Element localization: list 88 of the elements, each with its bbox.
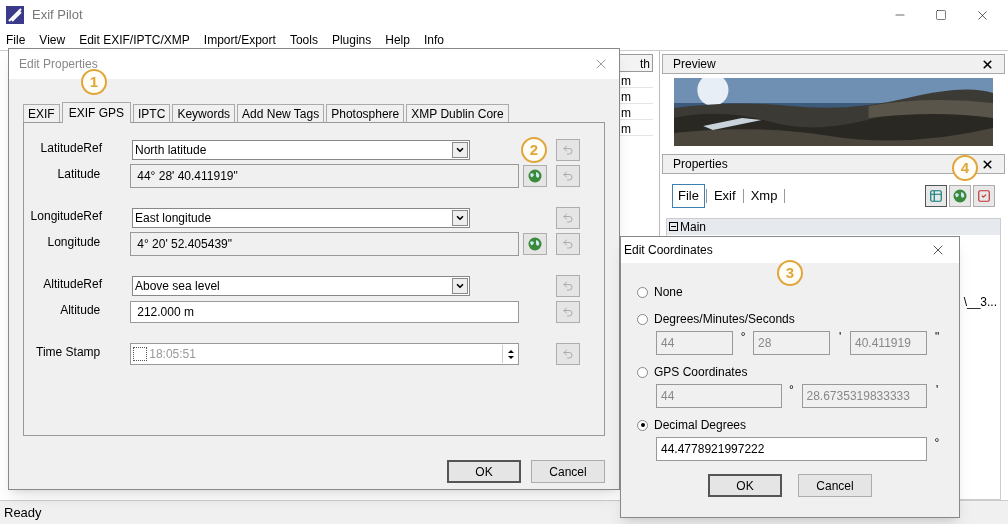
radio-button[interactable] [637, 366, 648, 378]
unit-symbol: " [934, 331, 941, 343]
radio-label: Degrees/Minutes/Seconds [654, 311, 795, 328]
undo-icon [562, 144, 574, 156]
radio-button[interactable] [637, 419, 648, 431]
annotation-badge: 1 [81, 69, 107, 95]
unit-symbol: ' [838, 331, 843, 343]
caret-icon [455, 213, 465, 223]
field-label: LongitudeRef [29, 208, 102, 225]
input-field[interactable]: 212.000 m [130, 301, 520, 323]
property-value: \__3... [963, 293, 998, 311]
dialog-button[interactable]: OK [447, 460, 521, 483]
tab[interactable]: Keywords [172, 104, 236, 122]
caret-icon [455, 145, 465, 155]
undo-icon [562, 280, 574, 292]
radio-button[interactable] [637, 313, 648, 325]
field-label: LatitudeRef [39, 140, 102, 157]
close-icon[interactable] [981, 157, 994, 171]
dialog-button[interactable]: Cancel [531, 460, 605, 483]
tab[interactable]: IPTC [133, 104, 171, 122]
unit-symbol: ' [934, 384, 940, 396]
dropdown[interactable]: East longitude [132, 208, 470, 228]
menu-item[interactable]: View [39, 31, 66, 49]
globe-icon [528, 237, 543, 251]
globe-button[interactable] [523, 233, 548, 255]
unit-symbol: ° [788, 384, 795, 396]
undo-icon [562, 170, 574, 182]
radio-button[interactable] [637, 286, 648, 298]
close-icon[interactable] [981, 57, 994, 71]
globe-icon [953, 188, 967, 203]
tab[interactable]: EXIF [23, 104, 60, 122]
field-label: Time Stamp [35, 344, 101, 361]
undo-icon [562, 212, 574, 224]
caret-icon [455, 281, 465, 291]
tab[interactable]: Add New Tags [237, 104, 325, 122]
undo-icon [562, 348, 574, 360]
properties-tab[interactable]: File [672, 184, 705, 208]
input-field[interactable]: 44.4778921997222 [656, 437, 928, 461]
field-label: Latitude [56, 166, 101, 183]
dropdown[interactable]: Above sea level [132, 276, 470, 296]
dialog-button[interactable]: OK [708, 474, 782, 497]
input-field[interactable]: 4° 20' 52.405439" [130, 232, 520, 256]
globe-button[interactable] [523, 165, 548, 187]
dropdown[interactable]: North latitude [132, 140, 470, 160]
status-text: Ready [4, 503, 42, 522]
group-row[interactable]: Main [667, 218, 1000, 235]
annotation-badge: 4 [952, 155, 978, 181]
undo-icon [562, 238, 574, 250]
radio-label: None [654, 284, 683, 301]
annotation-badge: 2 [521, 137, 547, 163]
window-title: Exif Pilot [32, 6, 83, 25]
dialog-button[interactable]: Cancel [798, 474, 872, 497]
field-label: Altitude [59, 302, 101, 319]
menu-item[interactable]: Tools [289, 31, 318, 49]
app-icon [6, 6, 24, 24]
field-label: Longitude [46, 234, 101, 251]
dialog-title: Edit Coordinates [624, 242, 713, 259]
checkbox-icon [977, 188, 991, 203]
radio-label: Decimal Degrees [654, 417, 747, 434]
tab[interactable]: EXIF GPS [61, 102, 132, 123]
checklist-button[interactable] [973, 184, 995, 207]
menu-item[interactable]: Help [385, 31, 410, 49]
collapse-icon[interactable] [669, 222, 678, 231]
tab[interactable]: XMP Dublin Core [406, 104, 509, 122]
panel-title: Preview [673, 56, 716, 73]
tab[interactable]: Photosphere [326, 104, 405, 122]
undo-icon [562, 306, 574, 318]
menu-item[interactable]: Import/Export [203, 31, 276, 49]
field-label: AltitudeRef [42, 276, 102, 293]
input-field[interactable]: 44° 28' 40.411919" [130, 164, 520, 188]
unit-symbol: ° [739, 331, 747, 343]
menu-item[interactable]: Edit EXIF/IPTC/XMP [79, 31, 190, 49]
radio-label: GPS Coordinates [654, 364, 748, 381]
group-label: Main [680, 218, 706, 236]
properties-tab[interactable]: Exif [707, 184, 742, 208]
grid-icon [929, 188, 943, 203]
globe-button[interactable] [949, 184, 971, 207]
annotation-badge: 3 [777, 260, 803, 286]
menu-item[interactable]: Plugins [331, 31, 372, 49]
properties-tab[interactable]: Xmp [744, 184, 784, 208]
checkbox[interactable] [133, 347, 148, 361]
menu-item[interactable]: File [6, 31, 26, 49]
panel-title: Properties [673, 156, 728, 173]
globe-icon [528, 169, 543, 183]
unit-symbol: ° [933, 437, 941, 449]
menu-item[interactable]: Info [423, 31, 444, 49]
grid-view-button[interactable] [925, 184, 947, 207]
maximize-icon[interactable] [935, 9, 947, 21]
